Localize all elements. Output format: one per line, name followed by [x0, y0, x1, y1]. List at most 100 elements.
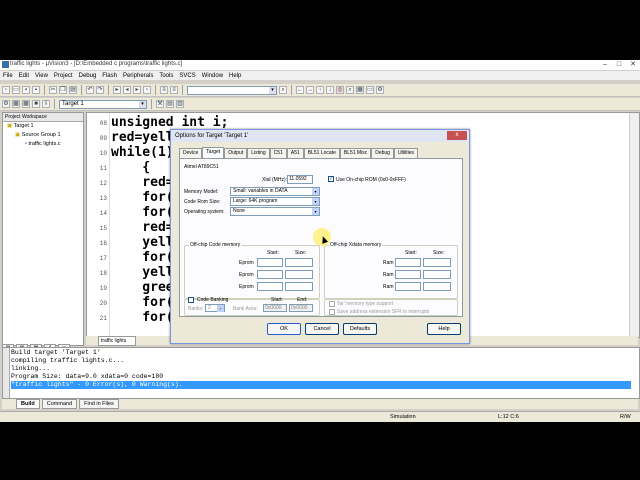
menu-flash[interactable]: Flash [99, 73, 120, 79]
menu-svcs[interactable]: SVCS [176, 73, 198, 79]
down-icon[interactable]: ↓ [326, 86, 334, 94]
undo-icon[interactable]: ↶ [86, 86, 94, 94]
maximize-icon[interactable]: □ [614, 60, 624, 69]
cut-icon[interactable]: ✂ [49, 86, 57, 94]
menu-edit[interactable]: Edit [16, 73, 32, 79]
up-icon[interactable]: ↑ [316, 86, 324, 94]
minimize-icon[interactable]: – [600, 60, 610, 69]
onchip-rom-checkbox[interactable]: ✓ [328, 176, 334, 182]
tab-output[interactable]: Output [224, 148, 248, 158]
tree-target[interactable]: ▣ Target 1 [3, 122, 83, 131]
unindent-icon[interactable]: ≡ [170, 86, 178, 94]
save-all-icon[interactable]: ▪ [32, 86, 40, 94]
xtal-input[interactable]: 11.0592 [287, 175, 313, 184]
menu-debug[interactable]: Debug [76, 73, 100, 79]
clear-bookmarks-icon[interactable]: ▫ [143, 86, 151, 94]
tree-source-group[interactable]: ▣ Source Group 1 [3, 131, 83, 140]
tab-c51[interactable]: C51 [269, 148, 287, 158]
find-combo[interactable]: ▾ [187, 85, 277, 95]
open-file-icon[interactable]: ▭ [12, 86, 20, 94]
download-icon[interactable]: ⇩ [42, 100, 50, 108]
menu-help[interactable]: Help [226, 73, 244, 79]
rebuild-icon[interactable]: ▦ [22, 100, 30, 108]
window-icon[interactable]: ▭ [366, 86, 374, 94]
settings-icon[interactable]: ⚙ [376, 86, 384, 94]
output-line-selected[interactable]: "traffic lights" - 0 Error(s), 0 Warning… [11, 381, 631, 389]
target-select[interactable]: Target 1 ▾ [59, 99, 147, 109]
bank-start-input[interactable]: 0x0000 [263, 304, 287, 312]
menu-window[interactable]: Window [199, 73, 226, 79]
next-bookmark-icon[interactable]: ▸ [133, 86, 141, 94]
output-window: Build target 'Target 1' compiling traffi… [2, 347, 640, 399]
indent-icon[interactable]: ≡ [160, 86, 168, 94]
line-number: 12 [99, 180, 107, 187]
eprom-2-size[interactable] [285, 270, 313, 279]
tab-a51[interactable]: A51 [286, 148, 304, 158]
ram-2-start[interactable] [395, 270, 421, 279]
code-rom-select[interactable]: Large: 64K program ▾ [230, 197, 320, 206]
menu-tools[interactable]: Tools [156, 73, 176, 79]
tab-command[interactable]: Command [41, 399, 78, 409]
banks-select[interactable]: 2 ▾ [205, 304, 225, 312]
build-icon[interactable]: ▦ [356, 86, 364, 94]
paste-icon[interactable]: ▤ [69, 86, 77, 94]
tab-device[interactable]: Device [179, 148, 203, 158]
far-memory-checkbox[interactable] [329, 301, 335, 307]
zoom-icon[interactable]: ⌕ [346, 86, 354, 94]
tab-utilities[interactable]: Utilities [393, 148, 419, 158]
bookmark-icon[interactable]: ▸ [113, 86, 121, 94]
title-bar: traffic lights - µVision3 - [D:\Embedded… [0, 60, 640, 70]
tab-debug[interactable]: Debug [371, 148, 394, 158]
menu-project[interactable]: Project [51, 73, 76, 79]
copy-icon[interactable]: ❐ [59, 86, 67, 94]
editor-scrollbar[interactable] [629, 113, 639, 337]
editor-tab-traffic-lights[interactable]: traffic lights [98, 336, 136, 346]
menu-view[interactable]: View [32, 73, 51, 79]
ram-1-size[interactable] [423, 258, 451, 267]
target-options-icon[interactable]: ⚒ [156, 100, 164, 108]
memory-model-select[interactable]: Small: variables in DATA ▾ [230, 187, 320, 196]
tab-bl51-locate[interactable]: BL51 Locate [303, 148, 340, 158]
back-icon[interactable]: ← [296, 86, 304, 94]
cancel-button[interactable]: Cancel [305, 323, 339, 335]
forward-icon[interactable]: → [306, 86, 314, 94]
ram-2-size[interactable] [423, 270, 451, 279]
eprom-2-start[interactable] [257, 270, 283, 279]
tab-build[interactable]: Build [16, 399, 40, 409]
eprom-1-size[interactable] [285, 258, 313, 267]
eprom-3-start[interactable] [257, 282, 283, 291]
stop-build-icon[interactable]: ■ [32, 100, 40, 108]
close-icon[interactable]: ✕ [628, 60, 638, 69]
debug-icon[interactable]: ◎ [336, 86, 344, 94]
ok-button[interactable]: OK [267, 323, 301, 335]
code-banking-checkbox[interactable] [188, 297, 194, 303]
code-line: red= [111, 220, 174, 235]
tab-listing[interactable]: Listing [247, 148, 270, 158]
menu-peripherals[interactable]: Peripherals [120, 73, 156, 79]
build-target-icon[interactable]: ▦ [12, 100, 20, 108]
new-file-icon[interactable]: ▫ [2, 86, 10, 94]
dialog-close-button[interactable]: x [447, 131, 467, 140]
ram-3-start[interactable] [395, 282, 421, 291]
tree-file[interactable]: ▫ traffic lights.c [3, 140, 83, 149]
compile-icon[interactable]: ⚙ [2, 100, 10, 108]
save-icon[interactable]: ▪ [22, 86, 30, 94]
bank-end-input[interactable]: 0x0000 [289, 304, 313, 312]
eprom-1-start[interactable] [257, 258, 283, 267]
ram-3-size[interactable] [423, 282, 451, 291]
manage-components-icon[interactable]: ▥ [176, 100, 184, 108]
file-extensions-icon[interactable]: ▤ [166, 100, 174, 108]
find-icon[interactable]: ⌕ [279, 86, 287, 94]
eprom-3-size[interactable] [285, 282, 313, 291]
tab-bl51-misc[interactable]: BL51 Misc [339, 148, 372, 158]
menu-file[interactable]: File [0, 73, 16, 79]
help-button[interactable]: Help [427, 323, 461, 335]
defaults-button[interactable]: Defaults [343, 323, 377, 335]
redo-icon[interactable]: ↷ [96, 86, 104, 94]
ram-1-start[interactable] [395, 258, 421, 267]
prev-bookmark-icon[interactable]: ◂ [123, 86, 131, 94]
tab-target[interactable]: Target [202, 147, 225, 158]
save-address-checkbox[interactable] [329, 309, 335, 315]
tab-find-in-files[interactable]: Find in Files [79, 399, 119, 409]
os-select[interactable]: None ▾ [230, 207, 320, 216]
